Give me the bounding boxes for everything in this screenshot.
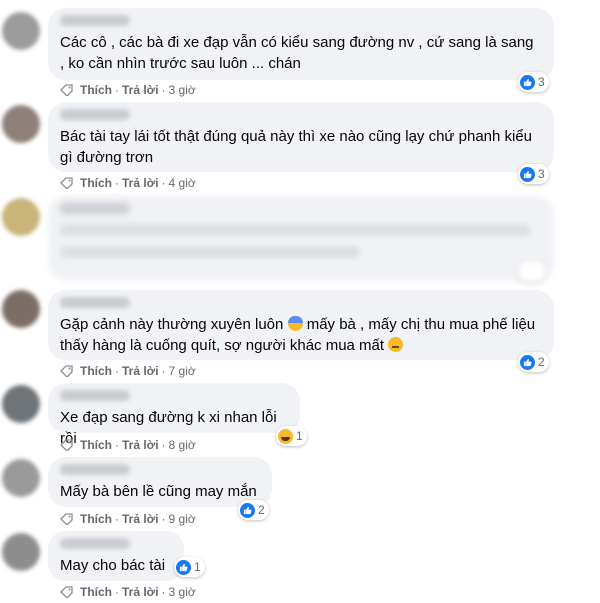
- comment-actions: Thích · Trả lời · 8 giờ: [60, 438, 196, 452]
- like-link[interactable]: Thích: [80, 585, 112, 599]
- avatar[interactable]: [2, 533, 40, 571]
- comment-bubble: Bác tài tay lái tốt thật đúng quả này th…: [48, 102, 554, 172]
- reply-link[interactable]: Trả lời: [122, 585, 159, 599]
- avatar[interactable]: [2, 385, 40, 423]
- like-link[interactable]: Thích: [80, 512, 112, 526]
- like-link[interactable]: Thích: [80, 364, 112, 378]
- reply-link[interactable]: Trả lời: [122, 438, 159, 452]
- neutral-emoji-icon: [388, 337, 404, 352]
- like-link[interactable]: Thích: [80, 438, 112, 452]
- reaction-count: 2: [258, 503, 265, 517]
- like-link[interactable]: Thích: [80, 176, 112, 190]
- reaction-count: 1: [296, 429, 303, 443]
- comment-bubble: Xe đạp sang đường k xi nhan lỗi rồi: [48, 383, 300, 447]
- comment-actions: Thích · Trả lời · 4 giờ: [60, 176, 196, 190]
- comment-bubble: May cho bác tài: [48, 531, 184, 581]
- tag-icon: [60, 513, 73, 525]
- comment-actions: Thích · Trả lời · 7 giờ: [60, 364, 196, 378]
- timestamp[interactable]: 4 giờ: [169, 176, 196, 190]
- comment-actions: Thích · Trả lời · 3 giờ: [60, 83, 196, 97]
- reaction-count: 1: [194, 560, 201, 574]
- avatar[interactable]: [2, 105, 40, 143]
- author-name[interactable]: [60, 203, 130, 214]
- tag-icon: [60, 586, 73, 598]
- reply-link[interactable]: Trả lời: [122, 512, 159, 526]
- comment-actions: Thích · Trả lời · 3 giờ: [60, 585, 196, 599]
- tag-icon: [60, 439, 73, 451]
- anxious-emoji-icon: [287, 316, 303, 331]
- reaction-count: 3: [538, 167, 545, 181]
- like-icon: [176, 559, 191, 575]
- avatar[interactable]: [2, 459, 40, 497]
- reply-link[interactable]: Trả lời: [122, 83, 159, 97]
- like-icon: [520, 74, 535, 90]
- avatar[interactable]: [2, 198, 40, 236]
- comment-text-part: Gặp cảnh này thường xuyên luôn: [60, 316, 284, 333]
- timestamp[interactable]: 3 giờ: [169, 83, 196, 97]
- like-link[interactable]: Thích: [80, 83, 112, 97]
- comment-actions: Thích · Trả lời · 9 giờ: [60, 512, 196, 526]
- like-icon: [520, 166, 535, 182]
- comment-bubble: Các cô , các bà đi xe đạp vẫn có kiểu sa…: [48, 8, 554, 80]
- author-name[interactable]: [60, 390, 130, 401]
- reply-link[interactable]: Trả lời: [122, 364, 159, 378]
- reaction-count: 3: [538, 75, 545, 89]
- avatar[interactable]: [2, 12, 40, 50]
- comment-text: Gặp cảnh này thường xuyên luôn mấy bà , …: [60, 314, 540, 356]
- haha-icon: [278, 428, 293, 444]
- comment-text: Bác tài tay lái tốt thật đúng quả này th…: [60, 128, 533, 166]
- reaction-summary[interactable]: [518, 262, 546, 282]
- comment-bubble: Mấy bà bên lề cũng may mắn: [48, 457, 272, 507]
- comment-text: Các cô , các bà đi xe đạp vẫn có kiểu sa…: [60, 34, 534, 72]
- reaction-summary[interactable]: 1: [174, 557, 205, 577]
- reaction-summary[interactable]: 2: [238, 500, 269, 520]
- reaction-count: 2: [538, 355, 545, 369]
- comment-text: Mấy bà bên lề cũng may mắn: [60, 483, 257, 500]
- tag-icon: [60, 365, 73, 377]
- tag-icon: [60, 177, 73, 189]
- author-name[interactable]: [60, 15, 130, 26]
- timestamp[interactable]: 9 giờ: [169, 512, 196, 526]
- like-icon: [520, 354, 535, 370]
- tag-icon: [60, 84, 73, 96]
- author-name[interactable]: [60, 109, 130, 120]
- author-name[interactable]: [60, 538, 130, 549]
- avatar[interactable]: [2, 290, 40, 328]
- comment-bubble: Gặp cảnh này thường xuyên luôn mấy bà , …: [48, 290, 554, 360]
- timestamp[interactable]: 8 giờ: [169, 438, 196, 452]
- comment-bubble-blurred: [48, 196, 554, 281]
- timestamp[interactable]: 3 giờ: [169, 585, 196, 599]
- author-name[interactable]: [60, 297, 130, 308]
- author-name[interactable]: [60, 464, 130, 475]
- reaction-summary[interactable]: 3: [518, 72, 549, 92]
- like-icon: [240, 502, 255, 518]
- timestamp[interactable]: 7 giờ: [169, 364, 196, 378]
- comment-text: May cho bác tài: [60, 557, 166, 574]
- reaction-summary[interactable]: 2: [518, 352, 549, 372]
- reply-link[interactable]: Trả lời: [122, 176, 159, 190]
- reaction-summary[interactable]: 3: [518, 164, 549, 184]
- reaction-summary[interactable]: 1: [276, 426, 307, 446]
